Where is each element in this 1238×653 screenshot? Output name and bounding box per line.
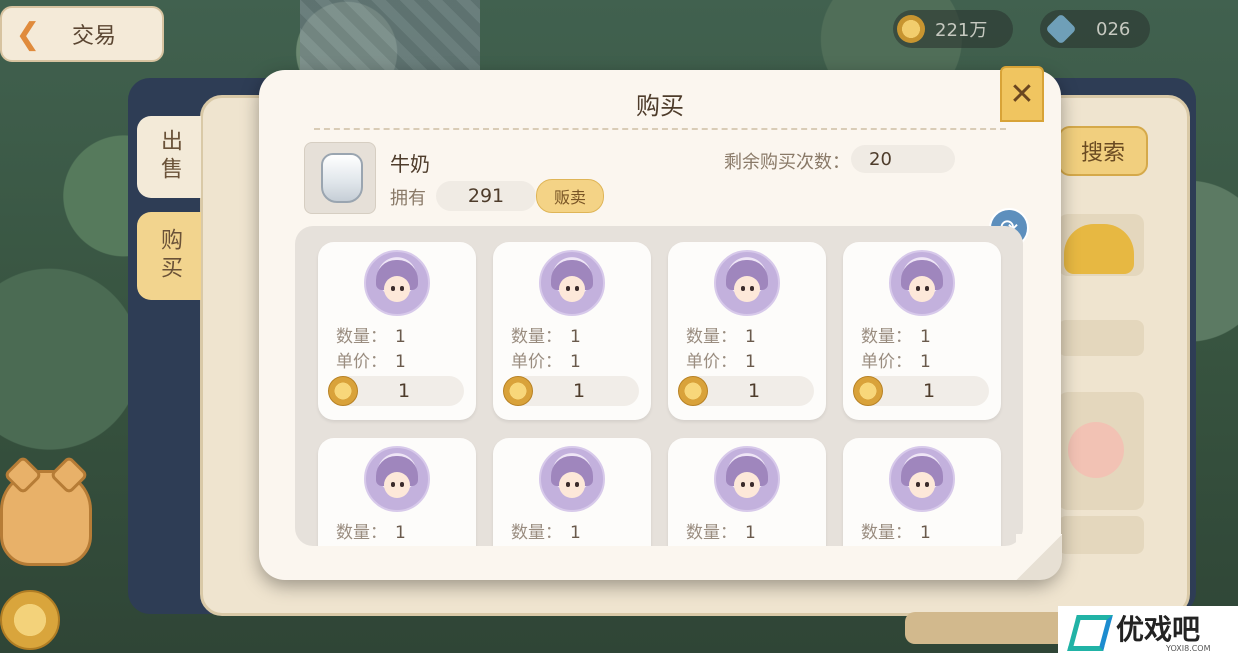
site-watermark: 优戏吧 YOXI8.COM xyxy=(1058,606,1238,653)
quantity-row: 数量： 1 xyxy=(336,327,406,347)
gold-amount: 221万 xyxy=(935,20,988,41)
coin-decoration xyxy=(0,590,60,650)
milk-item-icon xyxy=(304,142,376,214)
sell-button[interactable]: 贩卖 xyxy=(536,179,604,213)
quantity-row: 数量： 1 xyxy=(511,327,581,347)
back-arrow-icon: ❮ xyxy=(15,16,41,52)
gem-counter[interactable]: 026 xyxy=(1040,10,1150,48)
seller-avatar-icon xyxy=(364,446,430,512)
unit-price-row: 单价： 1 xyxy=(686,352,756,372)
own-label: 拥有 xyxy=(390,188,426,209)
listing-card[interactable]: 数量： 1 xyxy=(668,438,826,546)
listing-card[interactable]: 数量： 1 xyxy=(843,438,1001,546)
seller-avatar-icon xyxy=(889,250,955,316)
listing-card[interactable]: 数量： 1 单价： 1 1 xyxy=(843,242,1001,420)
listing-grid: 数量： 1 单价： 1 1 数量： 1 单价： 1 1 数量： 1 单价： 1 1 数量： 1… xyxy=(295,226,1023,546)
own-count: 291 xyxy=(436,181,536,211)
watermark-text: 优戏吧 xyxy=(1116,612,1201,646)
back-button[interactable]: ❮ 交易 xyxy=(0,6,164,62)
watermark-subtext: YOXI8.COM xyxy=(1166,644,1211,653)
item-name: 牛奶 xyxy=(390,152,430,176)
quantity-row: 数量： 1 xyxy=(336,523,406,543)
search-button[interactable]: 搜索 xyxy=(1058,126,1148,176)
listing-card[interactable]: 数量： 1 xyxy=(493,438,651,546)
milk-jar-icon xyxy=(321,153,363,203)
unit-price-row: 单价： 1 xyxy=(511,352,581,372)
quantity-row: 数量： 1 xyxy=(686,327,756,347)
item-label-bar xyxy=(1058,320,1144,356)
listing-card[interactable]: 数量： 1 单价： 1 1 xyxy=(493,242,651,420)
screen-title: 交易 xyxy=(72,24,117,49)
buy-price-button[interactable]: 1 xyxy=(328,376,464,406)
gold-counter[interactable]: 221万 xyxy=(893,10,1013,48)
buy-price-button[interactable]: 1 xyxy=(503,376,639,406)
close-button[interactable]: ✕ xyxy=(1000,66,1044,122)
modal-title: 购买 xyxy=(636,92,684,120)
seller-avatar-icon xyxy=(889,446,955,512)
quantity-row: 数量： 1 xyxy=(861,523,931,543)
seller-avatar-icon xyxy=(714,446,780,512)
unit-price-row: 单价： 1 xyxy=(336,352,406,372)
quantity-row: 数量： 1 xyxy=(511,523,581,543)
gold-coin-icon xyxy=(897,15,925,43)
watermark-logo-icon xyxy=(1068,611,1112,649)
listing-card[interactable]: 数量： 1 xyxy=(318,438,476,546)
tab-sell[interactable]: 出售 xyxy=(137,116,201,198)
peach-item-card[interactable] xyxy=(1058,392,1144,510)
cat-character xyxy=(0,470,92,566)
gem-icon xyxy=(1045,13,1077,45)
coin-icon xyxy=(503,376,533,406)
pudding-item-card[interactable] xyxy=(1058,214,1144,276)
unit-price-row: 单价： 1 xyxy=(861,352,931,372)
quantity-row: 数量： 1 xyxy=(861,327,931,347)
remaining-label: 剩余购买次数： xyxy=(724,152,850,173)
gem-amount: 026 xyxy=(1096,18,1131,40)
buy-price-button[interactable]: 1 xyxy=(678,376,814,406)
coin-icon xyxy=(328,376,358,406)
remaining-count: 20 xyxy=(851,145,955,173)
seller-avatar-icon xyxy=(714,250,780,316)
purchase-modal: 购买 牛奶 拥有 291 贩卖 剩余购买次数： 20 ⟳ 数量：1 单价：1 1… xyxy=(259,70,1061,580)
dashed-divider xyxy=(314,128,1006,130)
tab-buy[interactable]: 购买 xyxy=(137,212,201,300)
item-label-bar xyxy=(1058,516,1144,554)
listing-card[interactable]: 数量： 1 单价： 1 1 xyxy=(318,242,476,420)
buy-price-button[interactable]: 1 xyxy=(853,376,989,406)
seller-avatar-icon xyxy=(539,250,605,316)
seller-avatar-icon xyxy=(364,250,430,316)
listing-card[interactable]: 数量： 1 单价： 1 1 xyxy=(668,242,826,420)
coin-icon xyxy=(678,376,708,406)
page-curl-decoration xyxy=(1016,534,1062,580)
stone-path xyxy=(300,0,480,70)
seller-avatar-icon xyxy=(539,446,605,512)
quantity-row: 数量： 1 xyxy=(686,523,756,543)
coin-icon xyxy=(853,376,883,406)
